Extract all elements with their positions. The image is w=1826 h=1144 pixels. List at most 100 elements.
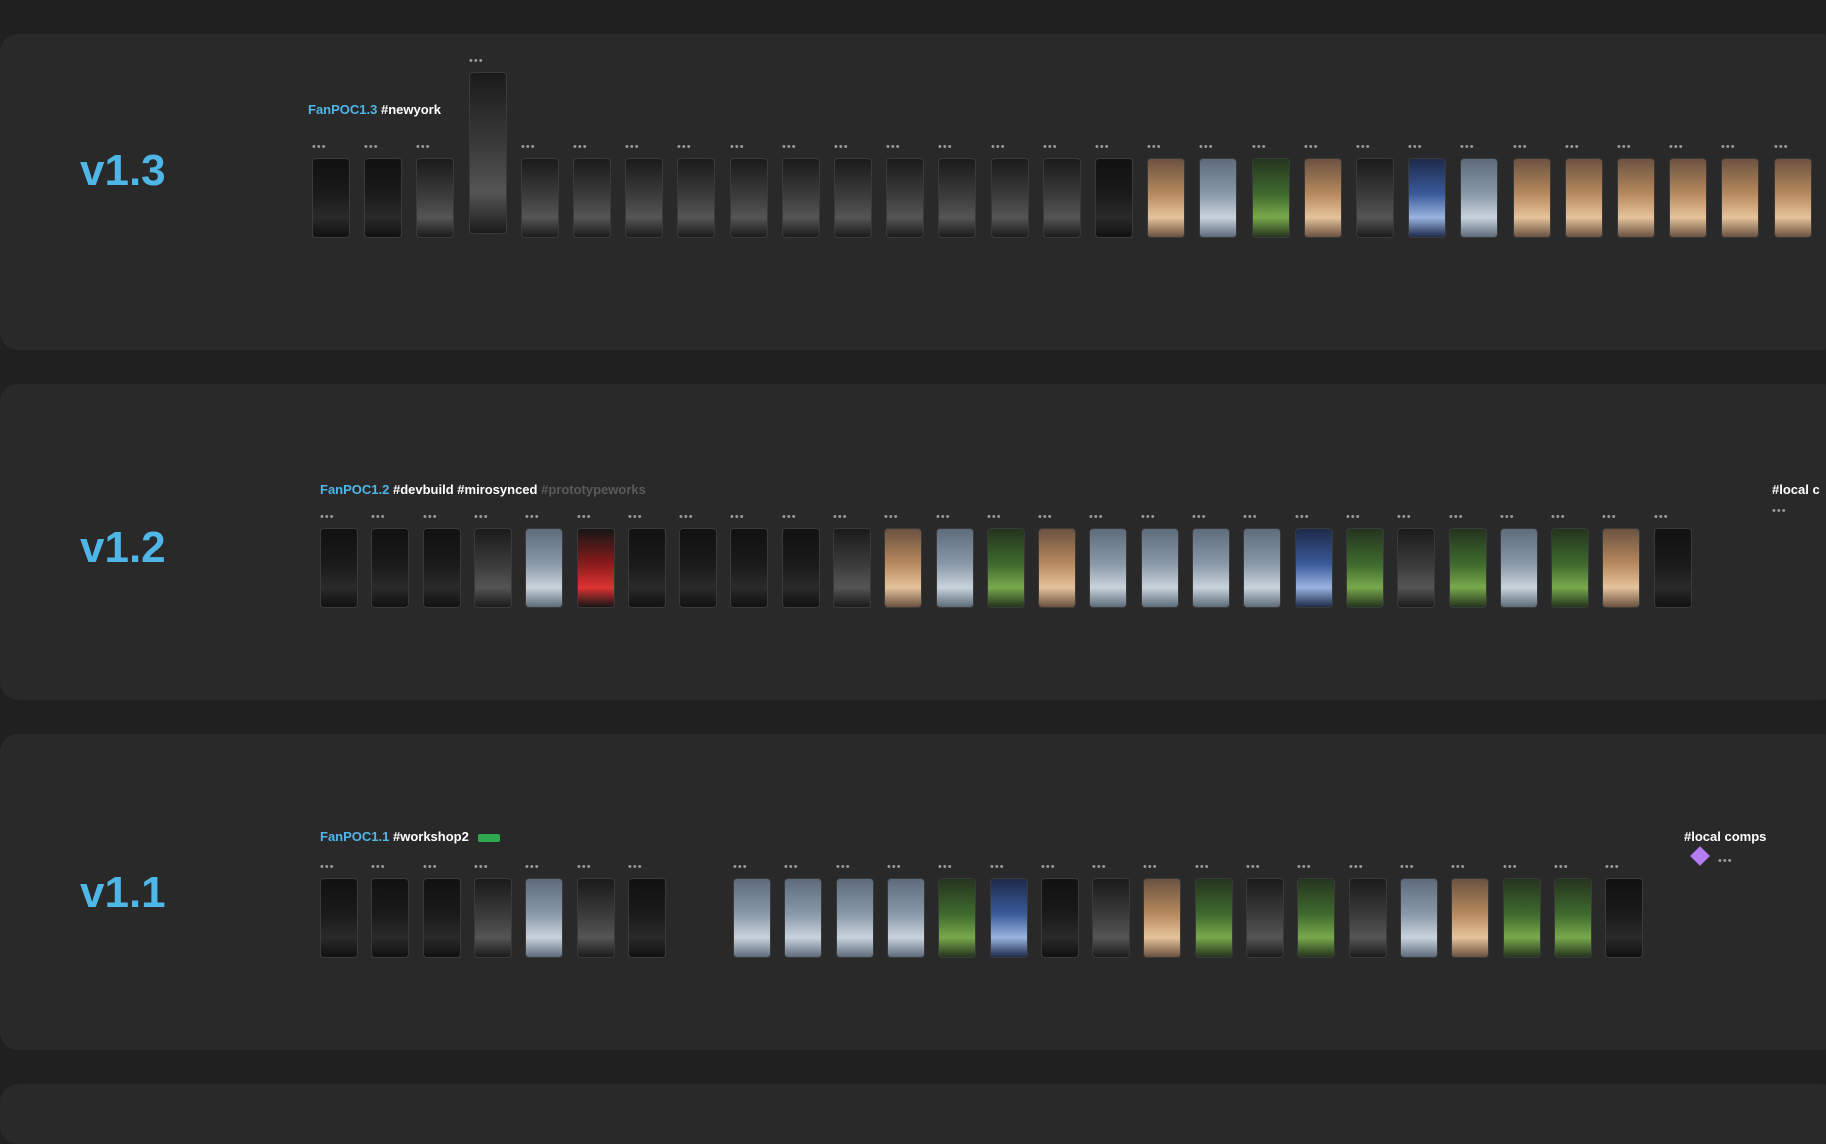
screen-frame[interactable] — [474, 528, 512, 608]
ellipsis-icon[interactable]: ••• — [679, 512, 694, 523]
ellipsis-icon[interactable]: ••• — [1397, 512, 1412, 523]
local-comps-label[interactable]: #local c — [1772, 482, 1820, 497]
screen-frame[interactable] — [320, 878, 358, 958]
screen-frame[interactable] — [784, 878, 822, 958]
local-comps-label[interactable]: #local comps — [1684, 829, 1766, 844]
ellipsis-icon[interactable]: ••• — [474, 512, 489, 523]
screen-frame[interactable] — [1451, 878, 1489, 958]
screen-frame[interactable] — [833, 528, 871, 608]
ellipsis-icon[interactable]: ••• — [1605, 862, 1620, 873]
screen-frame[interactable] — [628, 878, 666, 958]
screen-frame[interactable] — [887, 878, 925, 958]
ellipsis-icon[interactable]: ••• — [1774, 142, 1789, 153]
screen-frame[interactable] — [577, 878, 615, 958]
screen-frame[interactable] — [1246, 878, 1284, 958]
screen-frame[interactable] — [1092, 878, 1130, 958]
ellipsis-icon[interactable]: ••• — [1252, 142, 1267, 153]
ellipsis-icon[interactable]: ••• — [938, 862, 953, 873]
screen-frame[interactable] — [1602, 528, 1640, 608]
ellipsis-icon[interactable]: ••• — [1503, 862, 1518, 873]
screen-frame[interactable] — [1089, 528, 1127, 608]
ellipsis-icon[interactable]: ••• — [423, 862, 438, 873]
screen-frame[interactable] — [836, 878, 874, 958]
screen-frame[interactable] — [1408, 158, 1446, 238]
ellipsis-icon[interactable]: ••• — [1038, 512, 1053, 523]
screen-frame[interactable] — [1041, 878, 1079, 958]
screen-frame[interactable] — [423, 878, 461, 958]
flow-title[interactable]: FanPOC1.2 #devbuild #mirosynced #prototy… — [320, 482, 646, 497]
screen-frame[interactable] — [364, 158, 402, 238]
ellipsis-icon[interactable]: ••• — [1349, 862, 1364, 873]
ellipsis-icon[interactable]: ••• — [733, 862, 748, 873]
ellipsis-icon[interactable]: ••• — [1192, 512, 1207, 523]
screen-frame[interactable] — [1195, 878, 1233, 958]
ellipsis-icon[interactable]: ••• — [521, 142, 536, 153]
ellipsis-icon[interactable]: ••• — [1400, 862, 1415, 873]
ellipsis-icon[interactable]: ••• — [833, 512, 848, 523]
ellipsis-icon[interactable]: ••• — [1500, 512, 1515, 523]
screen-frame[interactable] — [320, 528, 358, 608]
ellipsis-icon[interactable]: ••• — [1451, 862, 1466, 873]
ellipsis-icon[interactable]: ••• — [577, 512, 592, 523]
ellipsis-icon[interactable]: ••• — [987, 512, 1002, 523]
screen-frame[interactable] — [573, 158, 611, 238]
ellipsis-icon[interactable]: ••• — [1718, 856, 1733, 867]
ellipsis-icon[interactable]: ••• — [1304, 142, 1319, 153]
ellipsis-icon[interactable]: ••• — [1356, 142, 1371, 153]
screen-frame[interactable] — [1349, 878, 1387, 958]
screen-frame[interactable] — [521, 158, 559, 238]
ellipsis-icon[interactable]: ••• — [573, 142, 588, 153]
screen-frame[interactable] — [1449, 528, 1487, 608]
ellipsis-icon[interactable]: ••• — [1089, 512, 1104, 523]
ellipsis-icon[interactable]: ••• — [991, 142, 1006, 153]
screen-frame[interactable] — [1147, 158, 1185, 238]
ellipsis-icon[interactable]: ••• — [1460, 142, 1475, 153]
screen-frame[interactable] — [884, 528, 922, 608]
ellipsis-icon[interactable]: ••• — [1554, 862, 1569, 873]
ellipsis-icon[interactable]: ••• — [1043, 142, 1058, 153]
screen-frame[interactable] — [1199, 158, 1237, 238]
screen-frame[interactable] — [1038, 528, 1076, 608]
ellipsis-icon[interactable]: ••• — [884, 512, 899, 523]
screen-frame[interactable] — [938, 158, 976, 238]
ellipsis-icon[interactable]: ••• — [677, 142, 692, 153]
ellipsis-icon[interactable]: ••• — [1143, 862, 1158, 873]
ellipsis-icon[interactable]: ••• — [1513, 142, 1528, 153]
screen-frame[interactable] — [577, 528, 615, 608]
ellipsis-icon[interactable]: ••• — [371, 512, 386, 523]
ellipsis-icon[interactable]: ••• — [1147, 142, 1162, 153]
screen-frame[interactable] — [628, 528, 666, 608]
screen-frame[interactable] — [730, 158, 768, 238]
ellipsis-icon[interactable]: ••• — [1297, 862, 1312, 873]
screen-frame[interactable] — [469, 72, 507, 234]
ellipsis-icon[interactable]: ••• — [416, 142, 431, 153]
screen-frame[interactable] — [312, 158, 350, 238]
screen-frame[interactable] — [1252, 158, 1290, 238]
screen-frame[interactable] — [1605, 878, 1643, 958]
screen-frame[interactable] — [1143, 878, 1181, 958]
ellipsis-icon[interactable]: ••• — [1617, 142, 1632, 153]
screen-frame[interactable] — [1356, 158, 1394, 238]
screen-frame[interactable] — [1721, 158, 1759, 238]
ellipsis-icon[interactable]: ••• — [1772, 506, 1787, 517]
screen-frame[interactable] — [1460, 158, 1498, 238]
ellipsis-icon[interactable]: ••• — [730, 142, 745, 153]
screen-frame[interactable] — [991, 158, 1029, 238]
screen-frame[interactable] — [1774, 158, 1812, 238]
screen-frame[interactable] — [423, 528, 461, 608]
ellipsis-icon[interactable]: ••• — [625, 142, 640, 153]
ellipsis-icon[interactable]: ••• — [1195, 862, 1210, 873]
screen-frame[interactable] — [1141, 528, 1179, 608]
screen-frame[interactable] — [834, 158, 872, 238]
screen-frame[interactable] — [1304, 158, 1342, 238]
ellipsis-icon[interactable]: ••• — [364, 142, 379, 153]
ellipsis-icon[interactable]: ••• — [628, 512, 643, 523]
flow-title[interactable]: FanPOC1.1 #workshop2 — [320, 829, 501, 844]
ellipsis-icon[interactable]: ••• — [1243, 512, 1258, 523]
screen-frame[interactable] — [371, 878, 409, 958]
ellipsis-icon[interactable]: ••• — [1602, 512, 1617, 523]
screen-frame[interactable] — [625, 158, 663, 238]
screen-frame[interactable] — [1397, 528, 1435, 608]
screen-frame[interactable] — [1295, 528, 1333, 608]
screen-frame[interactable] — [525, 528, 563, 608]
